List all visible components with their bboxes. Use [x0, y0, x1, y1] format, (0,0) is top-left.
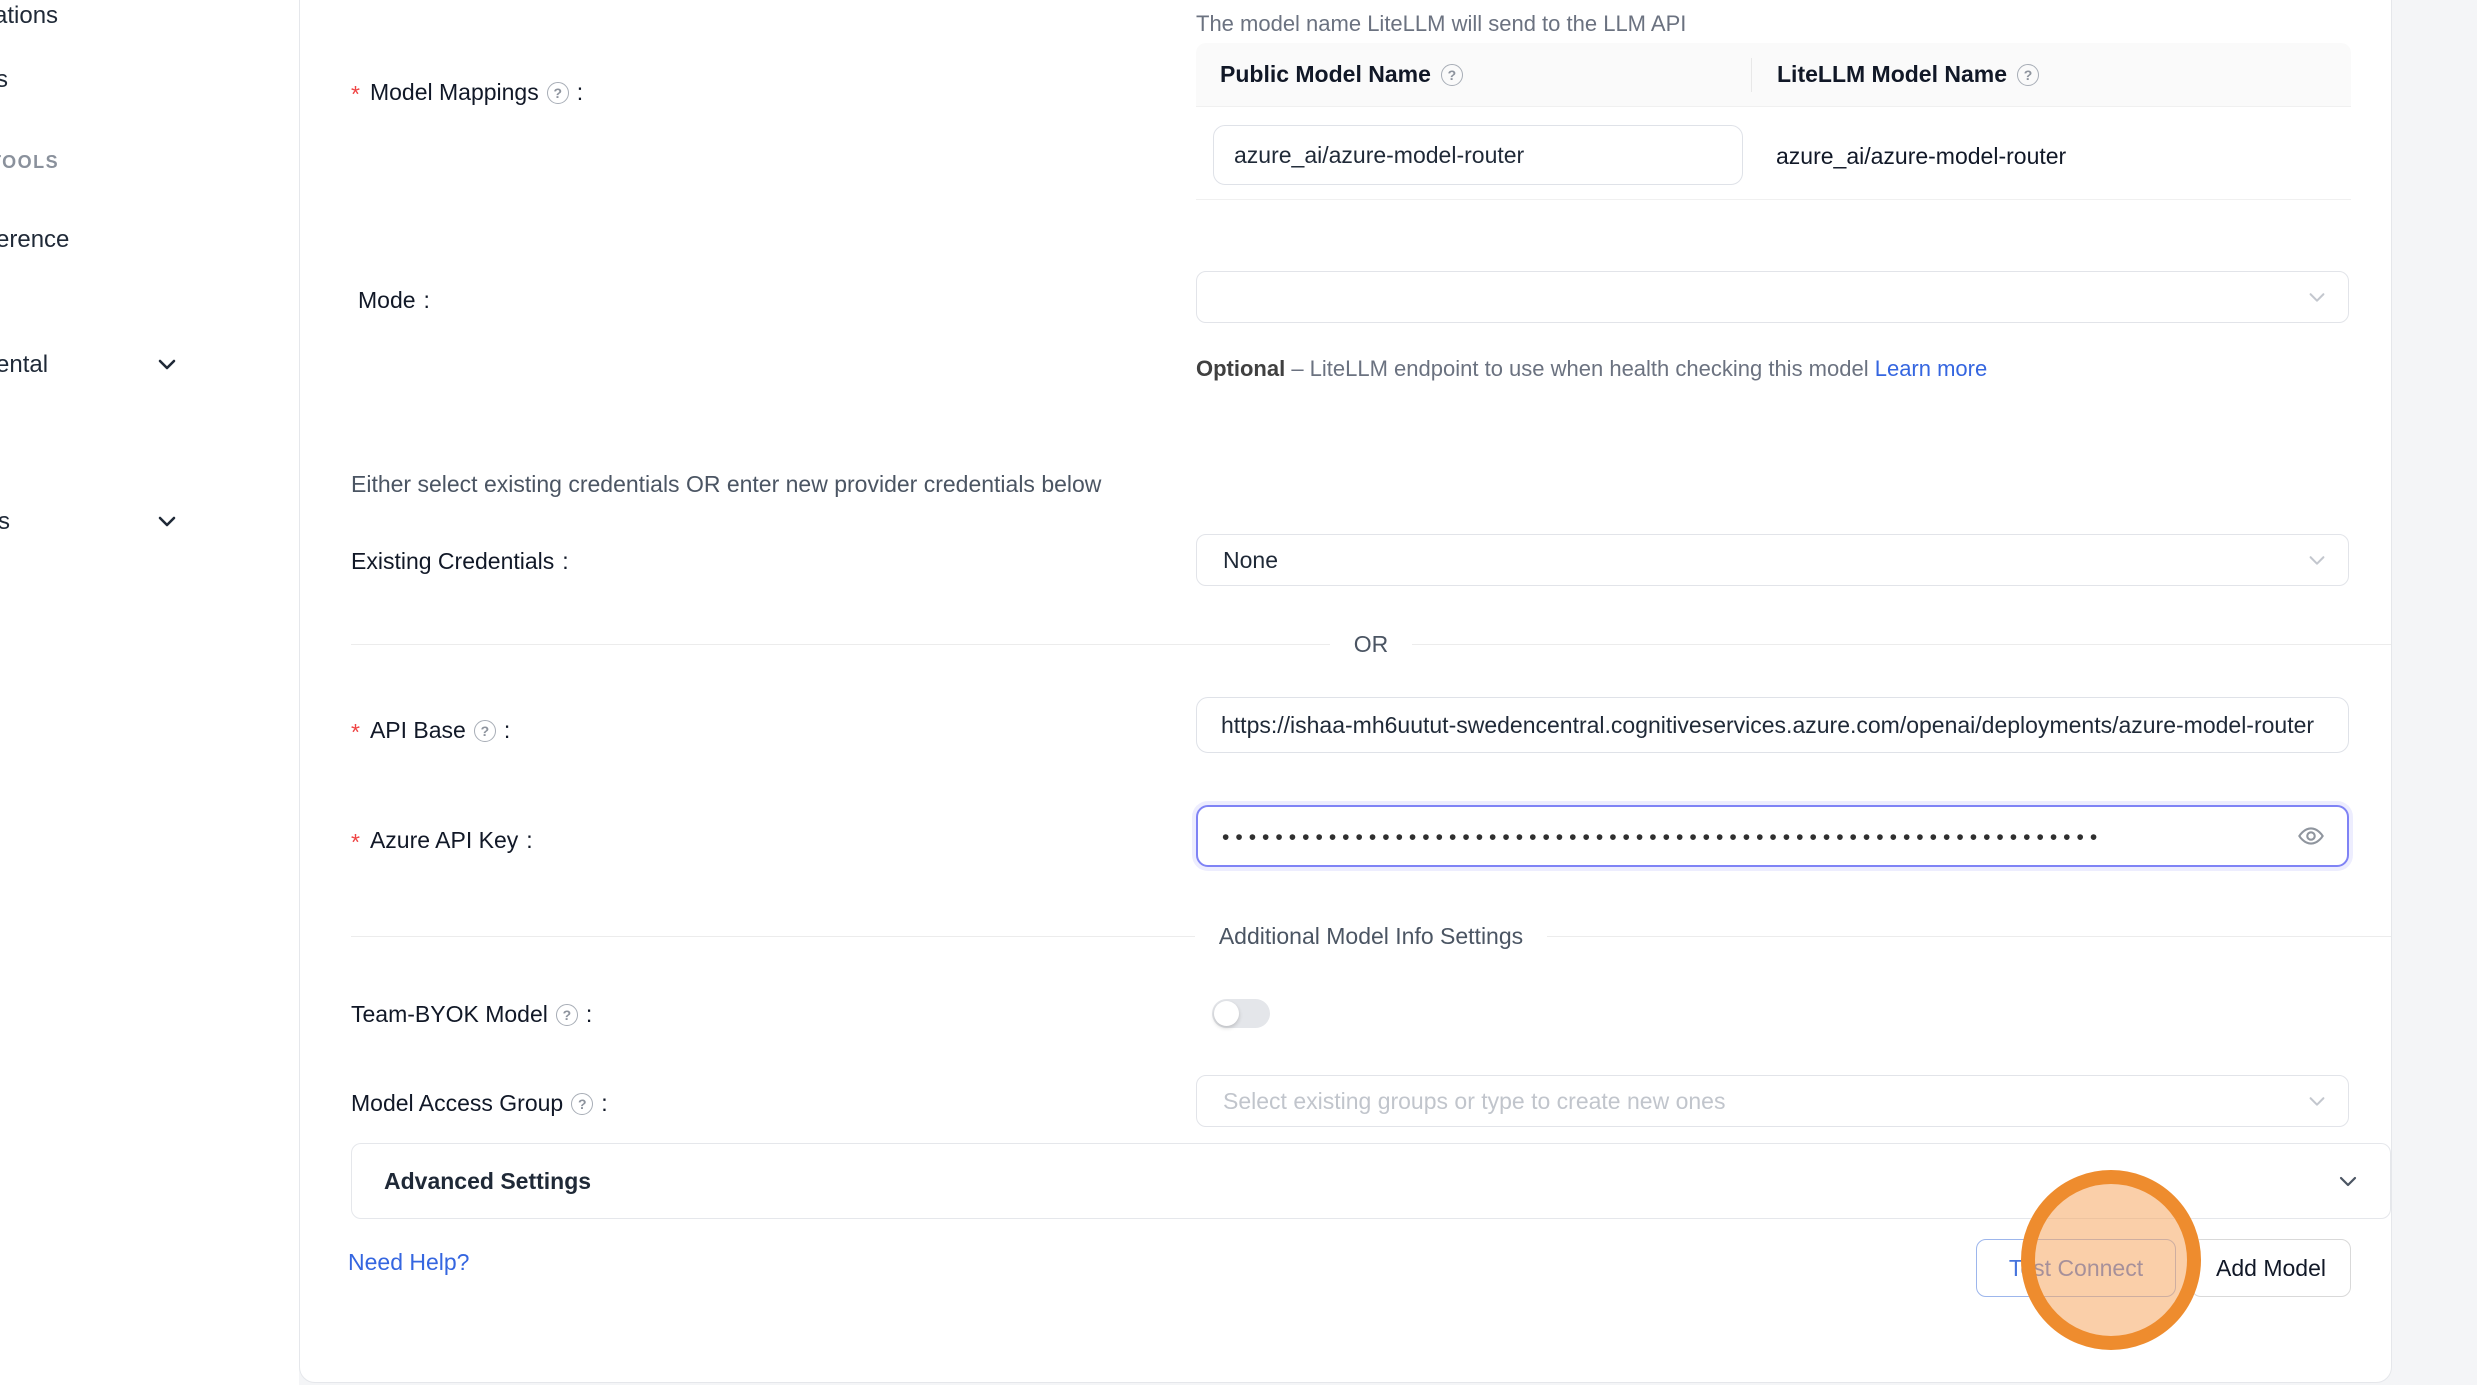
required-mark: * [351, 719, 360, 746]
help-circle-icon[interactable]: ? [1441, 64, 1463, 86]
table-row-divider [1196, 199, 2351, 200]
sidebar-section-tools: TOOLS [0, 152, 59, 173]
model-mappings-label-text: Model Mappings [370, 79, 539, 106]
public-model-name-header: Public Model Name ? [1196, 61, 1751, 88]
divider-line [1412, 644, 2391, 645]
team-byok-label-text: Team-BYOK Model [351, 1001, 548, 1028]
existing-credentials-value: None [1223, 547, 1278, 574]
eye-icon[interactable] [2297, 822, 2325, 850]
azure-api-key-label-text: Azure API Key [370, 827, 518, 854]
api-base-input[interactable]: https://ishaa-mh6uutut-swedencentral.cog… [1196, 697, 2349, 753]
colon: : [504, 717, 510, 744]
or-divider-text: OR [1354, 631, 1389, 658]
add-model-button[interactable]: Add Model [2191, 1239, 2351, 1297]
chevron-down-icon [2306, 549, 2328, 571]
chevron-down-icon [2336, 1169, 2360, 1193]
help-circle-icon[interactable]: ? [547, 82, 569, 104]
model-mappings-label: * Model Mappings ? : [351, 79, 583, 106]
divider-line [351, 644, 1330, 645]
chevron-down-icon[interactable] [155, 509, 179, 533]
colon: : [586, 1001, 592, 1028]
masked-password-dots: ••••••••••••••••••••••••••••••••••••••••… [1222, 826, 2162, 850]
public-model-name-input[interactable]: azure_ai/azure-model-router [1213, 125, 1743, 185]
colon: : [424, 287, 430, 314]
divider-line [1547, 936, 2391, 937]
chevron-down-icon [2306, 1090, 2328, 1112]
public-model-name-header-text: Public Model Name [1220, 61, 1431, 88]
api-base-label: * API Base ? : [351, 717, 510, 744]
azure-api-key-label: * Azure API Key : [351, 827, 533, 854]
team-byok-label: Team-BYOK Model ? : [351, 1001, 592, 1028]
need-help-link[interactable]: Need Help? [348, 1249, 469, 1276]
or-divider: OR [351, 631, 2391, 658]
litellm-model-name-helper: The model name LiteLLM will send to the … [1196, 11, 1686, 37]
chevron-down-icon[interactable] [155, 352, 179, 376]
toggle-knob [1214, 1001, 1239, 1026]
sidebar-item-fragment[interactable]: s [0, 508, 10, 536]
help-circle-icon[interactable]: ? [556, 1004, 578, 1026]
litellm-model-name-header-text: LiteLLM Model Name [1777, 61, 2007, 88]
model-access-group-placeholder: Select existing groups or type to create… [1223, 1088, 1725, 1115]
azure-api-key-input[interactable]: ••••••••••••••••••••••••••••••••••••••••… [1196, 805, 2349, 867]
sidebar-item-fragment[interactable]: ations [0, 2, 58, 30]
sidebar: ations s TOOLS erence ental s [0, 0, 299, 1385]
model-access-group-label-text: Model Access Group [351, 1090, 563, 1117]
additional-info-divider: Additional Model Info Settings [351, 923, 2391, 950]
litellm-model-name-header: LiteLLM Model Name ? [1751, 58, 2039, 92]
team-byok-toggle[interactable] [1212, 999, 1270, 1028]
divider-line [351, 936, 1195, 937]
help-circle-icon[interactable]: ? [571, 1093, 593, 1115]
sidebar-item-fragment[interactable]: erence [0, 226, 69, 254]
add-model-form-card: The model name LiteLLM will send to the … [299, 0, 2392, 1383]
existing-credentials-label: Existing Credentials : [351, 548, 569, 575]
api-base-label-text: API Base [370, 717, 466, 744]
sidebar-item-fragment[interactable]: ental [0, 351, 48, 379]
help-circle-icon[interactable]: ? [2017, 64, 2039, 86]
model-access-group-select[interactable]: Select existing groups or type to create… [1196, 1075, 2349, 1127]
additional-info-divider-text: Additional Model Info Settings [1219, 923, 1523, 950]
click-annotation-circle [2021, 1170, 2201, 1350]
model-mappings-table-header: Public Model Name ? LiteLLM Model Name ? [1196, 43, 2351, 107]
mode-helper: Optional – LiteLLM endpoint to use when … [1196, 349, 2046, 389]
existing-credentials-label-text: Existing Credentials [351, 548, 554, 575]
colon: : [562, 548, 568, 575]
advanced-settings-label: Advanced Settings [384, 1168, 591, 1195]
required-mark: * [351, 81, 360, 108]
model-access-group-label: Model Access Group ? : [351, 1090, 608, 1117]
mode-helper-bold: Optional [1196, 356, 1285, 381]
litellm-model-name-value: azure_ai/azure-model-router [1776, 126, 2066, 186]
required-mark: * [351, 829, 360, 856]
mode-label: Mode : [358, 287, 430, 314]
mode-label-text: Mode [358, 287, 416, 314]
colon: : [601, 1090, 607, 1117]
credentials-note: Either select existing credentials OR en… [351, 471, 1101, 498]
help-circle-icon[interactable]: ? [474, 720, 496, 742]
mode-select[interactable] [1196, 271, 2349, 323]
colon: : [526, 827, 532, 854]
sidebar-item-fragment[interactable]: s [0, 66, 8, 94]
colon: : [577, 79, 583, 106]
existing-credentials-select[interactable]: None [1196, 534, 2349, 586]
chevron-down-icon [2306, 286, 2328, 308]
mode-helper-rest: – LiteLLM endpoint to use when health ch… [1285, 356, 1875, 381]
learn-more-link[interactable]: Learn more [1875, 356, 1988, 381]
